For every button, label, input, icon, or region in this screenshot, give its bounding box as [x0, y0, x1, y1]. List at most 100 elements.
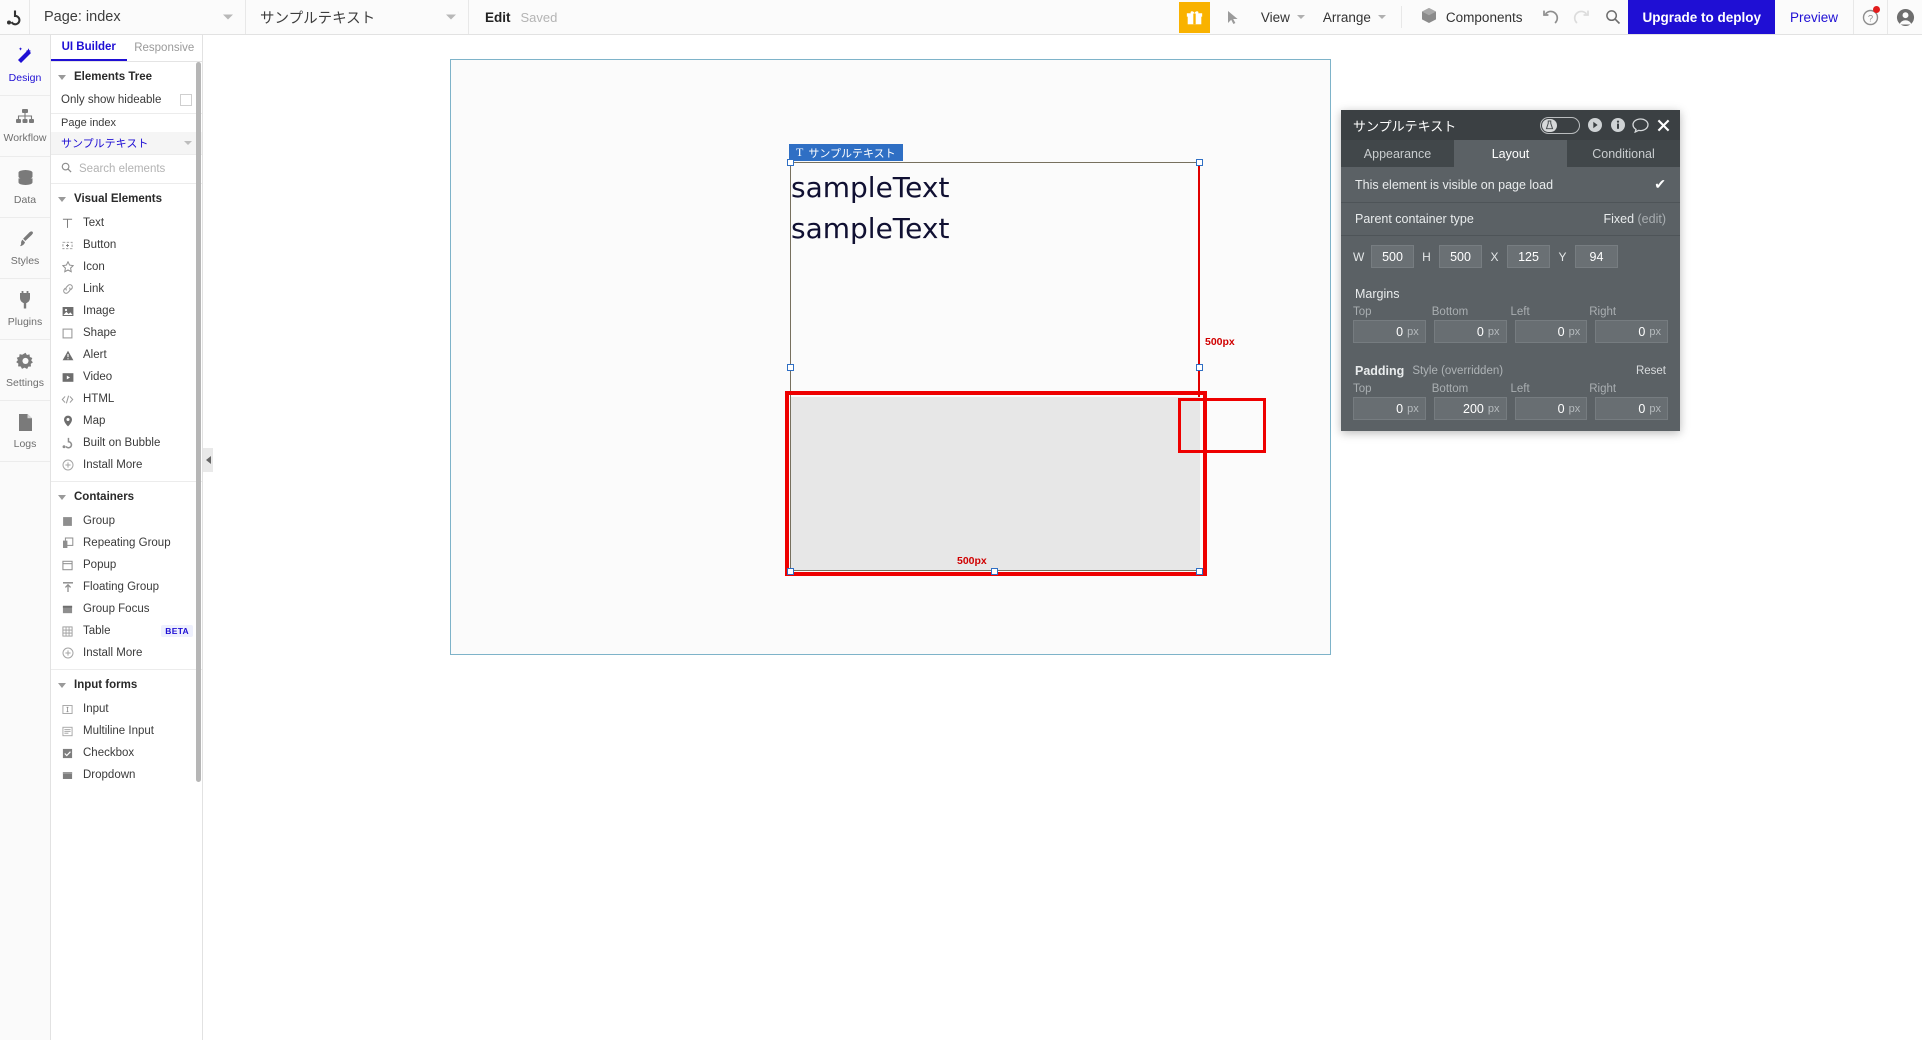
- close-icon[interactable]: [1655, 117, 1672, 134]
- arrange-menu[interactable]: Arrange: [1314, 0, 1395, 34]
- page-selector[interactable]: Page: index: [30, 0, 246, 34]
- element-item-floating-group[interactable]: Floating Group: [51, 576, 202, 598]
- element-item-input[interactable]: Input: [51, 698, 202, 720]
- rail-item-data[interactable]: Data: [0, 157, 50, 218]
- element-item-map[interactable]: Map: [51, 410, 202, 432]
- resize-handle-bottom-center[interactable]: [991, 567, 998, 575]
- group-header-input-forms[interactable]: Input forms: [51, 670, 202, 698]
- search-icon[interactable]: [1597, 0, 1628, 34]
- view-menu[interactable]: View: [1252, 0, 1314, 34]
- padding-bottom-input[interactable]: 200 px: [1433, 397, 1507, 420]
- tab-appearance[interactable]: Appearance: [1341, 140, 1454, 167]
- play-circle-icon[interactable]: [1586, 117, 1603, 134]
- padding-top-input[interactable]: 0 px: [1353, 397, 1426, 420]
- margin-left-input[interactable]: 0 px: [1514, 320, 1588, 343]
- resize-handle-bottom-left[interactable]: [786, 567, 794, 575]
- element-item-video[interactable]: Video: [51, 366, 202, 388]
- rail-item-design[interactable]: Design: [0, 35, 50, 96]
- element-item-button[interactable]: Button: [51, 234, 202, 256]
- upgrade-to-deploy-button[interactable]: Upgrade to deploy: [1628, 0, 1775, 34]
- rail-item-logs[interactable]: Logs: [0, 401, 50, 462]
- panel-collapse-handle[interactable]: [203, 448, 213, 472]
- tab-layout[interactable]: Layout: [1454, 140, 1567, 167]
- comment-icon[interactable]: [1632, 117, 1649, 134]
- margin-right-input[interactable]: 0 px: [1595, 320, 1668, 343]
- element-label-shape: Shape: [83, 327, 117, 339]
- undo-icon[interactable]: [1535, 0, 1566, 34]
- element-item-alert[interactable]: Alert: [51, 344, 202, 366]
- element-item-link[interactable]: Link: [51, 278, 202, 300]
- padding-reset-link[interactable]: Reset: [1636, 365, 1666, 377]
- user-avatar-icon[interactable]: [1888, 0, 1922, 34]
- tab-ui-builder[interactable]: UI Builder: [51, 35, 127, 61]
- element-item-install-more-visual[interactable]: Install More: [51, 454, 202, 476]
- bubble-logo-icon[interactable]: [0, 0, 30, 34]
- help-question-icon[interactable]: ?: [1854, 0, 1888, 34]
- preview-button[interactable]: Preview: [1775, 0, 1854, 34]
- group-header-containers[interactable]: Containers: [51, 482, 202, 510]
- parent-container-type-edit-link[interactable]: (edit): [1638, 212, 1666, 226]
- panel-scrollbar[interactable]: [196, 62, 201, 782]
- visible-on-page-load-row[interactable]: This element is visible on page load ✔: [1341, 167, 1680, 203]
- elements-tree-header[interactable]: Elements Tree: [51, 62, 202, 90]
- element-item-shape[interactable]: Shape: [51, 322, 202, 344]
- element-item-group-focus[interactable]: Group Focus: [51, 598, 202, 620]
- element-item-image[interactable]: Image: [51, 300, 202, 322]
- components-button[interactable]: Components: [1408, 0, 1536, 34]
- element-label-alert: Alert: [83, 349, 107, 361]
- margin-top-input[interactable]: 0 px: [1353, 320, 1426, 343]
- tree-item-page-index[interactable]: Page index: [51, 114, 202, 132]
- group-header-visual-elements[interactable]: Visual Elements: [51, 184, 202, 212]
- element-item-multiline-input[interactable]: Multiline Input: [51, 720, 202, 742]
- chevron-down-icon: [446, 14, 456, 20]
- selected-element-badge[interactable]: T サンプルテキスト: [789, 144, 903, 161]
- element-item-text[interactable]: Text: [51, 212, 202, 234]
- width-input[interactable]: 500: [1371, 245, 1414, 268]
- tree-item-sample-text[interactable]: サンプルテキスト: [51, 132, 202, 154]
- rail-label-settings: Settings: [6, 376, 44, 389]
- privacy-toggle-icon[interactable]: [1540, 116, 1580, 134]
- redo-icon[interactable]: [1566, 0, 1597, 34]
- tab-responsive[interactable]: Responsive: [127, 35, 203, 61]
- rail-item-settings[interactable]: Settings: [0, 340, 50, 401]
- document-icon: [17, 413, 34, 435]
- info-circle-icon[interactable]: [1609, 117, 1626, 134]
- gift-icon[interactable]: [1178, 1, 1210, 33]
- element-item-dropdown[interactable]: Dropdown: [51, 764, 202, 786]
- element-label-table: Table: [83, 625, 111, 637]
- element-item-checkbox[interactable]: Checkbox: [51, 742, 202, 764]
- height-input[interactable]: 500: [1439, 245, 1482, 268]
- element-item-table[interactable]: Table BETA: [51, 620, 202, 642]
- plus-circle-icon: [61, 647, 74, 659]
- only-show-hideable-row[interactable]: Only show hideable: [51, 90, 202, 114]
- rail-item-styles[interactable]: Styles: [0, 218, 50, 279]
- element-item-install-more-containers[interactable]: Install More: [51, 642, 202, 664]
- only-show-hideable-checkbox[interactable]: [180, 94, 192, 106]
- element-item-popup[interactable]: Popup: [51, 554, 202, 576]
- chevron-down-icon: [58, 682, 66, 688]
- tab-conditional[interactable]: Conditional: [1567, 140, 1680, 167]
- resize-handle-mid-right[interactable]: [1195, 363, 1203, 371]
- element-selector[interactable]: サンプルテキスト: [246, 0, 469, 34]
- element-item-icon[interactable]: Icon: [51, 256, 202, 278]
- chevron-down-icon: [58, 494, 66, 500]
- visible-on-page-load-checkbox[interactable]: ✔: [1654, 176, 1666, 193]
- padding-left-input[interactable]: 0 px: [1514, 397, 1588, 420]
- margin-bottom-input[interactable]: 0 px: [1433, 320, 1507, 343]
- search-elements-row[interactable]: Search elements: [51, 154, 202, 184]
- resize-handle-top-right[interactable]: [1195, 158, 1203, 166]
- resize-handle-bottom-right[interactable]: [1195, 567, 1203, 575]
- element-item-html[interactable]: HTML: [51, 388, 202, 410]
- rail-item-plugins[interactable]: Plugins: [0, 279, 50, 340]
- rail-item-workflow[interactable]: Workflow: [0, 96, 50, 157]
- edit-label[interactable]: Edit: [485, 10, 511, 25]
- y-input[interactable]: 94: [1575, 245, 1618, 268]
- padding-right-input[interactable]: 0 px: [1595, 397, 1668, 420]
- element-item-group[interactable]: Group: [51, 510, 202, 532]
- cursor-arrow-icon[interactable]: [1212, 0, 1252, 34]
- x-input[interactable]: 125: [1507, 245, 1550, 268]
- element-item-built-on-bubble[interactable]: Built on Bubble: [51, 432, 202, 454]
- resize-handle-mid-left[interactable]: [786, 363, 794, 371]
- element-item-repeating-group[interactable]: Repeating Group: [51, 532, 202, 554]
- resize-handle-top-left[interactable]: [786, 158, 794, 166]
